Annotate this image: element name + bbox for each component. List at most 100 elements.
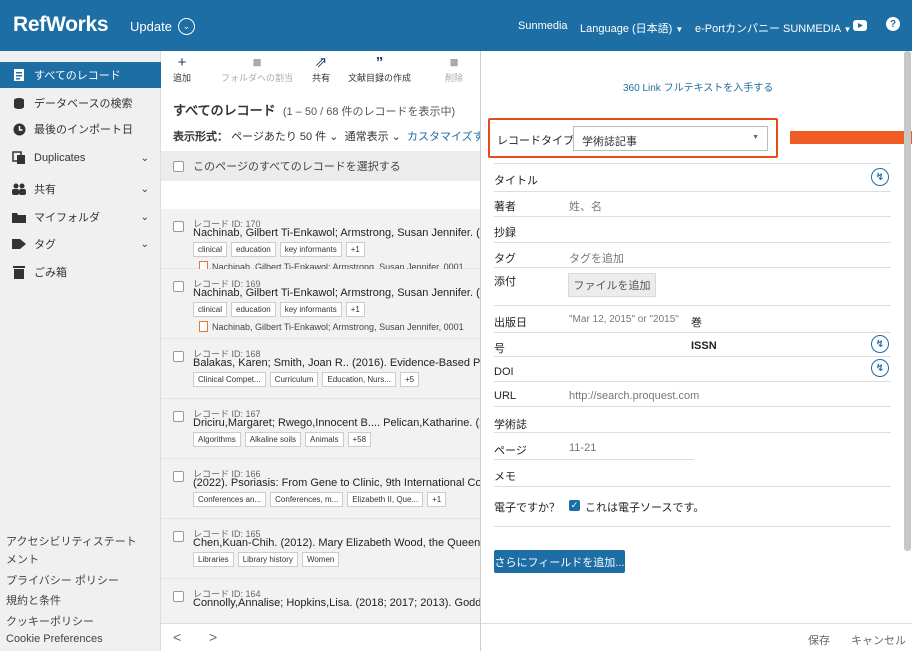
next-page-button[interactable]: > (209, 629, 217, 645)
company-menu[interactable]: e-Portカンパニー SUNMEDIA ▼ (695, 20, 851, 36)
tag-chip[interactable]: Algorithms (193, 432, 241, 447)
save-button[interactable]: 保存 (808, 632, 830, 648)
list-item[interactable]: レコード ID: 170 Nachinab, Gilbert Ti-Enkawol… (161, 209, 480, 272)
record-checkbox[interactable] (173, 591, 184, 602)
record-checkbox[interactable] (173, 351, 184, 362)
tag-chip[interactable]: Conferences an... (193, 492, 267, 507)
privacy-link[interactable]: プライバシー ポリシー (6, 572, 119, 588)
customize-link[interactable]: カスタマイズする (407, 131, 480, 143)
cookie-preferences-link[interactable]: Cookie Preferences (6, 633, 103, 645)
divider (494, 191, 891, 192)
tag-chip[interactable]: education (231, 242, 276, 257)
share-button[interactable]: ⇗ 共有 (312, 55, 330, 84)
tag-chip[interactable]: Elizabeth II, Que... (347, 492, 424, 507)
cancel-button[interactable]: キャンセル (851, 632, 906, 648)
record-citation[interactable]: Nachinab, Gilbert Ti-Enkawol; Armstrong,… (193, 287, 480, 299)
tag-chip[interactable]: Library history (237, 552, 298, 567)
lightning-icon[interactable]: ↯ (871, 359, 889, 377)
chevron-down-icon[interactable]: ⌄ (141, 184, 149, 195)
add-button[interactable]: + 追加 (173, 55, 191, 84)
tag-chip[interactable]: +1 (345, 242, 365, 257)
list-item[interactable]: レコード ID: 166 (2022). Psoriasis: From Gene… (161, 459, 480, 519)
record-checkbox[interactable] (173, 471, 184, 482)
tag-chip[interactable]: Clinical Compet... (193, 372, 266, 387)
record-citation[interactable]: Balakas, Karen; Smith, Joan R.. (2016). … (193, 357, 480, 369)
full-text-link[interactable]: 360 Link フルテキストを入手する (623, 79, 773, 94)
chevron-down-icon[interactable]: ⌄ (141, 212, 149, 223)
accessibility-link-cont[interactable]: メント (6, 551, 39, 567)
lightning-icon[interactable]: ↯ (871, 335, 889, 353)
help-icon[interactable]: ? (886, 17, 900, 31)
electronic-checkbox[interactable]: ✓ (569, 500, 580, 511)
tag-chip[interactable]: education (231, 302, 276, 317)
select-all-checkbox[interactable] (173, 160, 184, 172)
record-citation[interactable]: Nachinab, Gilbert Ti-Enkawol; Armstrong,… (193, 227, 480, 239)
cookie-policy-link[interactable]: クッキーポリシー (6, 613, 94, 629)
tag-chip[interactable]: +58 (347, 432, 372, 447)
chevron-down-icon[interactable]: ⌄ (141, 239, 149, 250)
sidebar-item-database-search[interactable]: データベースの検索 (0, 90, 161, 116)
tag-chip[interactable]: +5 (399, 372, 420, 387)
youtube-icon[interactable] (853, 20, 867, 31)
record-type-select[interactable]: 学術誌記事 ▼ (573, 126, 768, 151)
prev-page-button[interactable]: < (173, 629, 181, 645)
terms-link[interactable]: 規約と条件 (6, 592, 61, 608)
sidebar-item-shared[interactable]: 共有 ⌄ (0, 176, 161, 202)
tags-input[interactable]: タグを追加 (569, 250, 624, 266)
record-checkbox[interactable] (173, 221, 184, 232)
tag-chip[interactable]: Libraries (193, 552, 234, 567)
record-citation[interactable]: (2022). Psoriasis: From Gene to Clinic, … (193, 477, 480, 489)
add-file-button[interactable]: ファイルを追加 (568, 273, 656, 297)
record-checkbox[interactable] (173, 281, 184, 292)
tag-chip[interactable]: +1 (427, 492, 447, 507)
tag-chip[interactable]: clinical (193, 242, 228, 257)
user-menu[interactable]: Sunmedia (518, 20, 568, 32)
divider (494, 486, 891, 487)
sidebar-item-last-import[interactable]: 最後のインポート日 (0, 116, 161, 142)
sidebar-item-tags[interactable]: タグ ⌄ (0, 231, 161, 257)
select-all-row[interactable]: このページのすべてのレコードを選択する (161, 151, 480, 181)
tag-chip[interactable]: key informants (279, 302, 342, 317)
scrollbar[interactable] (904, 51, 911, 551)
create-bibliography-button[interactable]: ” 文献目録の作成 (348, 55, 411, 84)
attachment-row[interactable]: Nachinab, Gilbert Ti-Enkawol; Armstrong,… (199, 321, 464, 332)
record-citation[interactable]: Chen,Kuan-Chih. (2012). Mary Elizabeth W… (193, 537, 480, 549)
assign-folder-button[interactable]: ■ フォルダへの割当 (221, 55, 293, 84)
tag-chip[interactable]: +1 (345, 302, 365, 317)
view-select[interactable]: 通常表示 (345, 131, 389, 143)
per-page-select[interactable]: ページあたり 50 件 (231, 131, 326, 143)
url-input[interactable]: http://search.proquest.com (569, 390, 699, 402)
list-item[interactable]: レコード ID: 169 Nachinab, Gilbert Ti-Enkawol… (161, 269, 480, 339)
author-input[interactable]: 姓、名 (569, 198, 602, 214)
sidebar-item-duplicates[interactable]: Duplicates ⌄ (0, 145, 161, 171)
tag-chip[interactable]: Animals (305, 432, 344, 447)
pages-input[interactable]: 11-21 (569, 442, 596, 454)
list-item[interactable]: レコード ID: 165 Chen,Kuan-Chih. (2012). Mary… (161, 519, 480, 579)
list-item[interactable]: レコード ID: 168 Balakas, Karen; Smith, Joan … (161, 339, 480, 399)
list-item[interactable]: レコード ID: 167 Driciru,Margaret; Rwego,Inno… (161, 399, 480, 459)
tag-chip[interactable]: Education, Nurs... (322, 372, 396, 387)
accessibility-link[interactable]: アクセシビリティステート (6, 533, 137, 549)
pubdate-input[interactable]: "Mar 12, 2015" or "2015" (569, 314, 679, 325)
record-checkbox[interactable] (173, 531, 184, 542)
tag-chip[interactable]: Women (301, 552, 340, 567)
sidebar-item-my-folders[interactable]: マイフォルダ ⌄ (0, 204, 161, 230)
tag-chip[interactable]: Conferences, m... (270, 492, 344, 507)
tags-label: タグ (494, 253, 516, 265)
sidebar-item-all-records[interactable]: すべてのレコード (0, 62, 161, 88)
tag-chip[interactable]: Curriculum (269, 372, 319, 387)
tag-chip[interactable]: Alkaline soils (244, 432, 302, 447)
update-menu[interactable]: Update ⌄ (130, 18, 195, 35)
refworks-logo[interactable]: RefWorks (13, 13, 109, 37)
add-more-fields-button[interactable]: さらにフィールドを追加... (494, 550, 625, 573)
tag-chip[interactable]: key informants (279, 242, 342, 257)
chevron-down-icon[interactable]: ⌄ (141, 153, 149, 164)
record-citation[interactable]: Connolly,Annalise; Hopkins,Lisa. (2018; … (193, 597, 480, 609)
record-citation[interactable]: Driciru,Margaret; Rwego,Innocent B.... P… (193, 417, 480, 429)
sidebar-item-trash[interactable]: ごみ箱 (0, 259, 161, 285)
language-menu[interactable]: Language (日本語) ▼ (580, 20, 683, 36)
record-checkbox[interactable] (173, 411, 184, 422)
lightning-icon[interactable]: ↯ (871, 168, 889, 186)
delete-button[interactable]: ■ 削除 (445, 55, 463, 84)
tag-chip[interactable]: clinical (193, 302, 228, 317)
